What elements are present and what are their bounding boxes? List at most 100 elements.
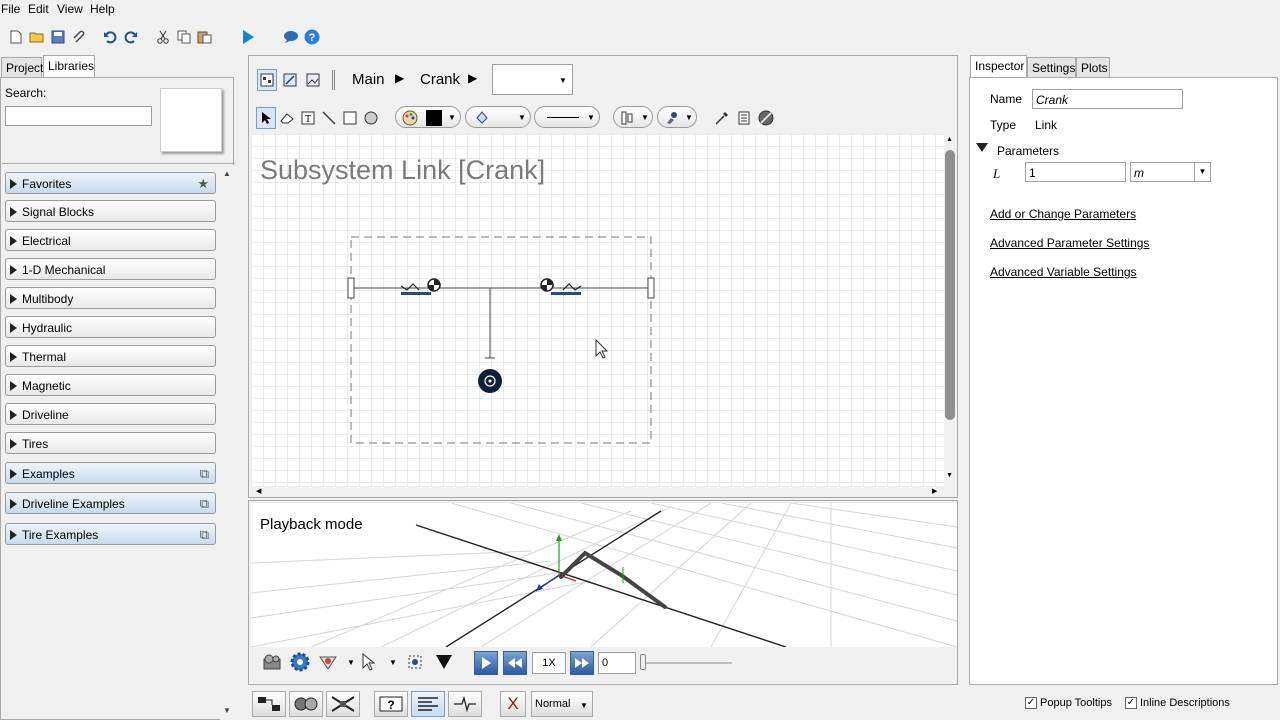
subsystem-dropdown[interactable]: ▼	[492, 64, 573, 95]
network-icon[interactable]	[326, 691, 360, 717]
undo-icon[interactable]	[101, 28, 119, 46]
expand-triangle-icon[interactable]	[976, 143, 988, 152]
help-text-icon[interactable]: ?	[374, 691, 408, 717]
zoom-fit-icon[interactable]	[404, 651, 426, 673]
mode-dropdown[interactable]: Normal ▼	[531, 691, 593, 717]
document-icon[interactable]	[735, 108, 753, 128]
library-item[interactable]: Multibody	[5, 287, 216, 309]
menu-file[interactable]: File	[1, 2, 20, 16]
expand-arrow-icon	[10, 439, 17, 449]
tab-libraries[interactable]: Libraries	[43, 55, 95, 77]
time-slider-track[interactable]	[644, 662, 732, 664]
3d-viewport[interactable]: Playback mode	[251, 503, 957, 647]
fill-color-dropdown[interactable]: ▼	[395, 106, 461, 128]
tab-settings[interactable]: Settings	[1027, 57, 1076, 78]
paste-icon[interactable]	[196, 28, 214, 46]
settings-gear-icon[interactable]	[289, 651, 311, 673]
line-color-dropdown[interactable]: ▼	[465, 106, 531, 128]
tab-project[interactable]: Project	[1, 57, 43, 78]
copy-icon[interactable]	[175, 28, 193, 46]
pointer-icon[interactable]	[357, 651, 379, 673]
eyedropper-icon[interactable]	[713, 108, 731, 128]
library-item[interactable]: Favorites ★	[5, 172, 216, 194]
canvas-vertical-scrollbar[interactable]: ▲ ▼	[944, 134, 956, 486]
close-x-button[interactable]: X	[500, 691, 526, 717]
redo-icon[interactable]	[122, 28, 140, 46]
library-scrollbar[interactable]: ▲ ▼	[220, 165, 234, 720]
add-change-parameters-link[interactable]: Add or Change Parameters	[990, 207, 1136, 221]
tab-inspector[interactable]: Inspector	[970, 55, 1027, 77]
text-tool-icon[interactable]: T	[299, 108, 317, 128]
star-icon[interactable]: ★	[197, 176, 209, 192]
library-item[interactable]: Examples ⧉	[5, 462, 216, 484]
equation-view-icon[interactable]	[280, 69, 300, 91]
library-item[interactable]: Driveline	[5, 403, 216, 425]
no-symbol-icon[interactable]	[757, 108, 775, 128]
library-item[interactable]: Driveline Examples ⧉	[5, 492, 216, 514]
signal-icon[interactable]	[448, 691, 482, 717]
new-file-icon[interactable]	[7, 28, 25, 46]
name-label: Name	[990, 92, 1023, 106]
popup-tooltips-checkbox[interactable]: ✓	[1025, 697, 1037, 709]
library-item[interactable]: 1-D Mechanical	[5, 258, 216, 280]
tab-plots[interactable]: Plots	[1076, 57, 1110, 78]
ellipse-tool-icon[interactable]	[362, 108, 380, 128]
rectangle-tool-icon[interactable]	[341, 108, 359, 128]
library-item[interactable]: Magnetic	[5, 374, 216, 396]
rewind-button[interactable]	[503, 651, 527, 675]
bottom-toolbar: ? X Normal ▼	[248, 688, 598, 720]
chat-icon[interactable]	[282, 28, 300, 46]
inline-descriptions-checkbox[interactable]: ✓	[1125, 697, 1137, 709]
library-item[interactable]: Tires	[5, 432, 216, 454]
hierarchy-icon[interactable]	[252, 691, 286, 717]
menu-bar: File Edit View Help	[0, 0, 1280, 19]
open-folder-icon[interactable]	[28, 28, 46, 46]
library-item[interactable]: Hydraulic	[5, 316, 216, 338]
attach-icon[interactable]	[70, 28, 88, 46]
breadcrumb-main[interactable]: Main	[352, 71, 385, 88]
breadcrumb-crank[interactable]: Crank	[420, 71, 460, 88]
components-icon[interactable]	[289, 691, 323, 717]
speed-field[interactable]: 1X	[532, 652, 566, 674]
fast-forward-button[interactable]	[570, 651, 594, 675]
time-field[interactable]: 0	[598, 652, 636, 674]
menu-help[interactable]: Help	[90, 2, 115, 16]
connector-dropdown[interactable]: ▼	[657, 106, 697, 128]
diagram-view-icon[interactable]	[257, 69, 277, 91]
align-dropdown[interactable]: ▼	[613, 106, 653, 128]
param-unit-dropdown[interactable]: m ▼	[1130, 162, 1211, 182]
line-style-dropdown[interactable]: ▼	[534, 106, 600, 128]
color-swatch	[426, 110, 442, 126]
filter-icon[interactable]	[433, 651, 455, 673]
library-item-label: Electrical	[22, 234, 71, 248]
param-symbol: L	[993, 166, 1001, 181]
menu-view[interactable]: View	[57, 2, 83, 16]
cut-icon[interactable]	[154, 28, 172, 46]
library-item[interactable]: Electrical	[5, 229, 216, 251]
advanced-variable-settings-link[interactable]: Advanced Variable Settings	[990, 265, 1137, 279]
save-icon[interactable]	[49, 28, 67, 46]
canvas-horizontal-scrollbar[interactable]: ◀ ▶	[251, 486, 944, 498]
line-tool-icon[interactable]	[320, 108, 338, 128]
param-value-field[interactable]: 1	[1025, 162, 1126, 182]
run-icon[interactable]	[239, 28, 257, 46]
help-icon[interactable]: ?	[303, 28, 321, 46]
rotate-icon[interactable]	[317, 651, 339, 673]
advanced-parameter-settings-link[interactable]: Advanced Parameter Settings	[990, 236, 1149, 250]
diagram-canvas[interactable]: Subsystem Link [Crank]	[251, 134, 944, 486]
search-input[interactable]	[5, 106, 152, 126]
gears-icon[interactable]	[261, 651, 283, 673]
menu-edit[interactable]: Edit	[28, 2, 49, 16]
library-item[interactable]: Tire Examples ⧉	[5, 523, 216, 545]
library-item[interactable]: Signal Blocks	[5, 200, 216, 222]
eraser-icon[interactable]	[278, 108, 296, 128]
chevron-down-icon[interactable]: ▼	[347, 658, 355, 667]
library-item[interactable]: Thermal	[5, 345, 216, 367]
select-arrow-icon[interactable]	[256, 107, 276, 129]
name-field[interactable]: Crank	[1032, 89, 1183, 109]
play-button[interactable]	[474, 651, 498, 675]
image-view-icon[interactable]	[303, 69, 323, 91]
time-slider-thumb[interactable]	[640, 654, 646, 670]
text-align-icon[interactable]	[411, 691, 445, 717]
chevron-down-icon[interactable]: ▼	[389, 658, 397, 667]
